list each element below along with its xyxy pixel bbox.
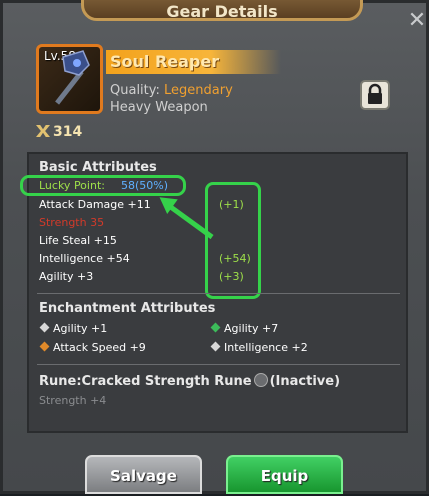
- enchantment-attributes-title: Enchantment Attributes: [39, 301, 216, 316]
- diamond-icon: [210, 341, 221, 352]
- salvage-button[interactable]: Salvage: [85, 455, 202, 494]
- enchant-right-2-text: Intelligence +2: [224, 341, 308, 354]
- power-rating: 314: [36, 124, 82, 140]
- enchant-right-1: Agility +7: [210, 322, 279, 335]
- enchant-left-2-text: Attack Speed +9: [53, 341, 146, 354]
- diamond-icon: [210, 322, 221, 333]
- attr-agility: Agility +3: [39, 270, 94, 283]
- item-type: Heavy Weapon: [110, 100, 208, 115]
- item-name: Soul Reaper: [110, 52, 220, 71]
- power-value: 314: [53, 124, 83, 140]
- rune-title: Rune:Cracked Strength Rune: [39, 374, 252, 389]
- attr-intelligence: Intelligence +54: [39, 252, 130, 265]
- quality-line: Quality: Legendary: [110, 83, 233, 98]
- rune-title-line: Rune:Cracked Strength Rune (Inactive): [39, 373, 340, 389]
- rune-icon: [253, 373, 268, 387]
- section-divider: [37, 293, 400, 294]
- bonus-highlight: [205, 182, 261, 299]
- section-divider: [37, 364, 400, 365]
- window-title: Gear Details: [166, 2, 278, 21]
- hammer-weapon-icon: [55, 50, 90, 105]
- close-icon[interactable]: ✕: [405, 9, 429, 33]
- attr-life-steal: Life Steal +15: [39, 234, 117, 247]
- power-icon: [36, 125, 50, 137]
- diamond-icon: [39, 322, 50, 333]
- enchant-left-2: Attack Speed +9: [39, 341, 146, 354]
- rune-status: (Inactive): [269, 374, 341, 389]
- basic-attributes-title: Basic Attributes: [39, 160, 157, 175]
- rune-attr: Strength +4: [39, 394, 107, 407]
- enchant-right-1-text: Agility +7: [224, 322, 279, 335]
- equip-button[interactable]: Equip: [226, 455, 343, 494]
- lock-icon-glyph: [368, 83, 382, 104]
- title-banner: Gear Details: [81, 0, 363, 21]
- attr-attack-damage: Attack Damage +11: [39, 198, 151, 211]
- item-icon[interactable]: Lv.58: [36, 44, 103, 114]
- attr-strength: Strength 35: [39, 216, 105, 229]
- quality-value: Legendary: [164, 83, 233, 98]
- enchant-left-1: Agility +1: [39, 322, 108, 335]
- quality-label: Quality:: [110, 83, 160, 98]
- enchant-right-2: Intelligence +2: [210, 341, 308, 354]
- lock-icon[interactable]: [360, 80, 390, 110]
- enchant-left-1-text: Agility +1: [53, 322, 108, 335]
- diamond-icon: [39, 341, 50, 352]
